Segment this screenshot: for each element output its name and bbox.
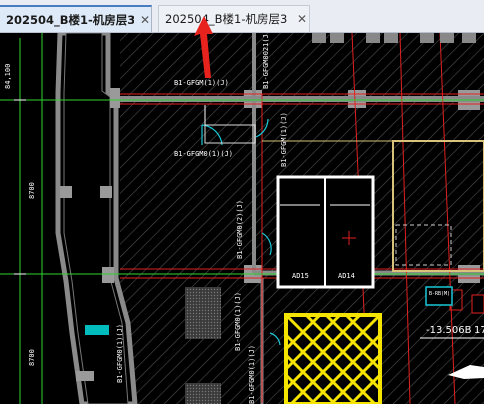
dimension-label: 84,100: [4, 63, 12, 89]
door-label: B1-GFGM0(1)(J): [116, 323, 124, 383]
close-icon[interactable]: ✕: [140, 13, 150, 27]
door-label: B1-GFGM(1)(J): [174, 79, 229, 87]
door-label: B1-GFGM0(1)(J): [248, 344, 256, 404]
door-label: B1-GFGM0(2)(J): [236, 199, 244, 259]
document-tab-bar: 202504_B楼1-机房层3 ✕ 202504_B楼1-机房层3 ✕: [0, 0, 484, 33]
door-label: B1-GFGM(1)(J): [280, 112, 288, 167]
cad-drawing-canvas[interactable]: 84,100 8700 8700 B1-GFGM(1)(J) B1-GFGM00…: [0, 33, 484, 404]
tab-label: 202504_B楼1-机房层3: [6, 12, 134, 27]
tab-document-inactive[interactable]: 202504_B楼1-机房层3 ✕: [158, 5, 310, 32]
dimension-label: 8700: [28, 349, 36, 366]
door-label: B1-GFGM0021(J): [262, 33, 270, 89]
elevation-label: -13.506B: [426, 325, 472, 336]
tab-document-active[interactable]: 202504_B楼1-机房层3 ✕: [0, 5, 152, 32]
door-label: B1-GFGM0(1)(J): [234, 291, 242, 351]
column-pad: [185, 287, 221, 339]
door-label: B1-GFGM0(1)(J): [174, 150, 234, 158]
device-label: B-RB(M): [429, 291, 451, 297]
dimension-label: 8700: [28, 182, 36, 199]
close-icon[interactable]: ✕: [297, 12, 307, 26]
top-equipment-icons: [312, 33, 476, 43]
equipment-label: AD15: [292, 272, 309, 280]
equipment-label: AD14: [338, 272, 355, 280]
elevation-label: 17: [474, 325, 484, 336]
tab-label: 202504_B楼1-机房层3: [165, 12, 288, 26]
